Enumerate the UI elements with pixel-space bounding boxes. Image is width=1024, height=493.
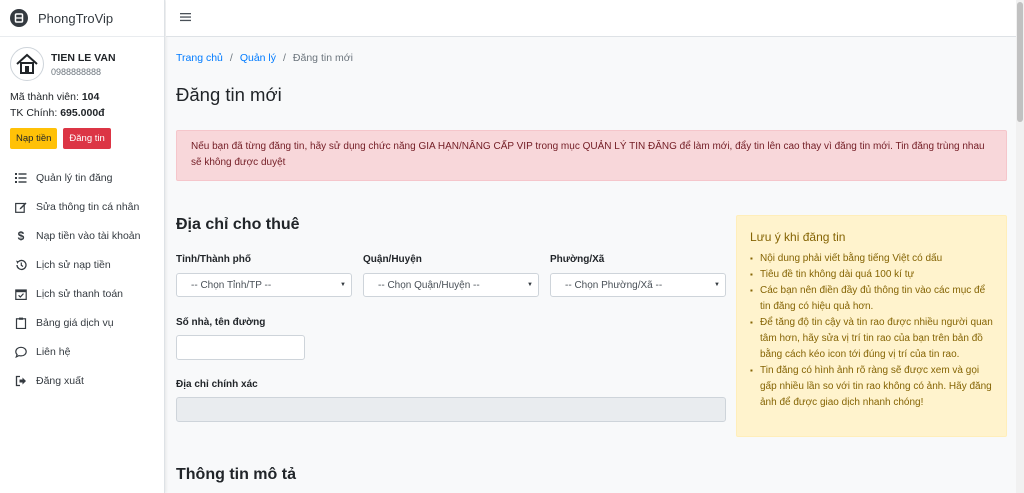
sidebar-item-label: Sửa thông tin cá nhân [36, 200, 140, 213]
user-panel: TIEN LE VAN 0988888888 Mã thành viên: 10… [0, 37, 164, 149]
page-title: Đăng tin mới [176, 84, 282, 105]
house-icon [16, 53, 38, 74]
note-item: Các bạn nên điền đầy đủ thông tin vào cá… [750, 283, 993, 315]
breadcrumb-separator: / [283, 52, 286, 64]
note-item: Nội dung phải viết bằng tiếng Việt có dấ… [750, 251, 993, 267]
sidebar-menu: Quản lý tin đăng Sửa thông tin cá nhân $… [0, 163, 164, 395]
caret-down-icon: ▼ [714, 282, 720, 288]
street-label: Số nhà, tên đường [176, 317, 266, 328]
ward-select-value: -- Chọn Phường/Xã -- [565, 279, 663, 291]
balance-label: TK Chính: [10, 107, 58, 119]
member-id-row: Mã thành viên: 104 [10, 89, 154, 105]
province-label: Tỉnh/Thành phố [176, 254, 251, 265]
topbar [166, 0, 1016, 37]
province-select[interactable]: -- Chọn Tỉnh/TP -- ▼ [176, 273, 352, 297]
chat-icon [14, 345, 28, 359]
district-select[interactable]: -- Chọn Quận/Huyện -- ▼ [363, 273, 539, 297]
brand-logo-icon [10, 9, 28, 27]
sidebar-item-deposit-history[interactable]: Lịch sử nạp tiền [0, 250, 164, 279]
sidebar-item-logout[interactable]: Đăng xuất [0, 366, 164, 395]
sidebar: PhongTroVip TIEN LE VAN 0988888888 Mã th… [0, 0, 165, 493]
caret-down-icon: ▼ [527, 282, 533, 288]
district-select-value: -- Chọn Quận/Huyện -- [378, 279, 480, 291]
posting-notes-title: Lưu ý khi đăng tin [750, 230, 846, 244]
note-item: Tin đăng có hình ảnh rõ ràng sẽ được xem… [750, 363, 993, 411]
sidebar-item-label: Quản lý tin đăng [36, 171, 113, 184]
sidebar-item-label: Liên hệ [36, 345, 71, 358]
sidebar-item-label: Lịch sử nạp tiền [36, 258, 111, 271]
caret-down-icon: ▼ [340, 282, 346, 288]
alert-message: Nếu bạn đã từng đăng tin, hãy sử dụng ch… [176, 130, 1007, 181]
breadcrumb-manage-link[interactable]: Quản lý [240, 52, 276, 64]
ward-label: Phường/Xã [550, 254, 605, 265]
sidebar-item-label: Nạp tiền vào tài khoản [36, 229, 141, 242]
avatar [10, 47, 44, 81]
description-section-title: Thông tin mô tả [176, 466, 296, 483]
member-id: 104 [81, 91, 100, 103]
logout-icon [14, 374, 28, 388]
member-id-label: Mã thành viên: [10, 91, 79, 103]
list-icon [14, 171, 28, 185]
breadcrumb-current: Đăng tin mới [292, 52, 353, 64]
breadcrumb-separator: / [229, 52, 233, 64]
sidebar-item-contact[interactable]: Liên hệ [0, 337, 164, 366]
main-content: Trang chủ / Quản lý / Đăng tin mới Đăng … [166, 38, 1016, 493]
province-select-value: -- Chọn Tỉnh/TP -- [191, 279, 272, 291]
sidebar-item-edit-profile[interactable]: Sửa thông tin cá nhân [0, 192, 164, 221]
user-name: TIEN LE VAN [51, 51, 116, 64]
exact-address-input [176, 397, 726, 422]
sidebar-item-price-list[interactable]: Bảng giá dịch vụ [0, 308, 164, 337]
breadcrumb: Trang chủ / Quản lý / Đăng tin mới [176, 52, 1016, 64]
edit-icon [14, 200, 28, 214]
posting-notes-box: Lưu ý khi đăng tin Nội dung phải viết bằ… [736, 215, 1007, 437]
post-button[interactable]: Đăng tin [63, 128, 111, 149]
dollar-icon: $ [17, 228, 25, 243]
calendar-check-icon [14, 287, 28, 301]
street-input[interactable] [176, 335, 305, 360]
sidebar-item-deposit[interactable]: $ Nạp tiền vào tài khoản [0, 221, 164, 250]
note-item: Để tăng độ tin cậy và tin rao được nhiều… [750, 315, 993, 363]
balance-row: TK Chính: 695.000đ [10, 105, 154, 121]
brand-name: PhongTroVip [38, 10, 114, 26]
ward-select[interactable]: -- Chọn Phường/Xã -- ▼ [550, 273, 726, 297]
page-scrollbar[interactable] [1016, 0, 1024, 493]
sidebar-item-label: Đăng xuất [36, 374, 84, 387]
user-phone: 0988888888 [51, 66, 102, 77]
sidebar-item-payment-history[interactable]: Lịch sử thanh toán [0, 279, 164, 308]
deposit-button[interactable]: Nạp tiền [10, 128, 58, 149]
exact-address-label: Địa chỉ chính xác [176, 379, 258, 390]
sidebar-item-label: Bảng giá dịch vụ [36, 316, 114, 329]
sidebar-item-manage-posts[interactable]: Quản lý tin đăng [0, 163, 164, 192]
address-section-title: Địa chỉ cho thuê [176, 216, 300, 233]
balance-value: 695.000đ [60, 107, 105, 119]
scrollbar-thumb[interactable] [1017, 2, 1023, 122]
clipboard-icon [14, 316, 28, 330]
sidebar-item-label: Lịch sử thanh toán [36, 287, 124, 300]
brand[interactable]: PhongTroVip [0, 0, 164, 37]
history-icon [14, 258, 28, 272]
note-item: Tiêu đề tin không dài quá 100 kí tự [750, 267, 993, 283]
breadcrumb-home-link[interactable]: Trang chủ [176, 52, 223, 64]
hamburger-menu-icon[interactable] [180, 12, 191, 25]
district-label: Quận/Huyện [363, 254, 422, 265]
